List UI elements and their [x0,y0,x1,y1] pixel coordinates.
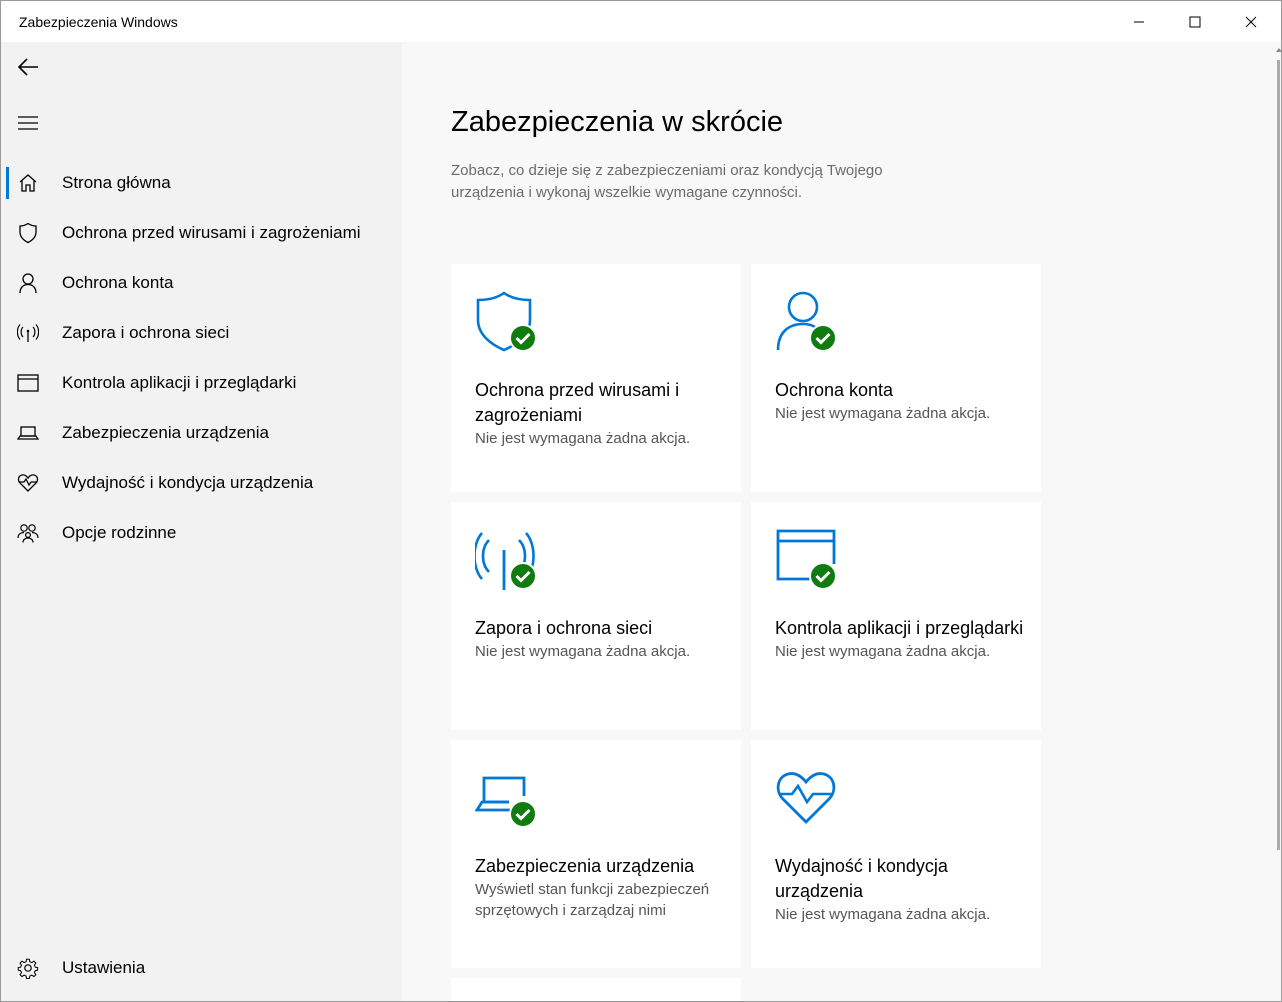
card-title: Wydajność i kondycja urządzenia Nie jest… [775,854,1025,925]
card-virus-protection[interactable]: Ochrona przed wirusami i zagrożeniami Ni… [451,264,741,492]
window-title: Zabezpieczenia Windows [19,14,178,30]
laptop-icon [17,422,39,444]
hamburger-menu-button[interactable] [13,108,43,138]
scroll-up-icon [1276,48,1281,52]
shield-icon [17,222,39,244]
card-app-browser-control[interactable]: Kontrola aplikacji i przeglądarki Nie je… [751,502,1041,730]
family-icon [17,522,39,544]
scrollbar-thumb[interactable] [1277,60,1280,850]
sidebar-item-label: Ustawienia [62,958,146,977]
sidebar-item-app-browser-control[interactable]: Kontrola aplikacji i przeglądarki [1,358,402,408]
sidebar-item-firewall[interactable]: Zapora i ochrona sieci [1,308,402,358]
card-title-text: Wydajność i kondycja urządzenia [775,856,948,901]
heart-pulse-icon [775,766,841,832]
app-window: Zabezpieczenia Windows Strona główna Och… [0,0,1282,1002]
card-title: Ochrona przed wirusami i zagrożeniami Ni… [475,378,725,449]
card-title: Ochrona konta Nie jest wymagana żadna ak… [775,378,1025,424]
shield-icon [475,290,541,356]
sidebar-item-device-performance[interactable]: Wydajność i kondycja urządzenia [1,458,402,508]
person-icon [775,290,841,356]
page-description: Zobacz, co dzieje się z zabezpieczeniami… [451,162,883,201]
person-icon [17,272,39,294]
sidebar-item-home[interactable]: Strona główna [1,158,402,208]
antenna-icon [473,528,541,594]
heart-pulse-icon [17,472,39,494]
antenna-icon [17,322,39,344]
card-family-options[interactable] [451,978,741,1001]
sidebar-item-label: Strona główna [62,173,171,192]
back-button[interactable] [13,52,43,82]
browser-window-icon [775,528,841,594]
card-device-performance[interactable]: Wydajność i kondycja urządzenia Nie jest… [751,740,1041,968]
card-title: Zapora i ochrona sieci Nie jest wymagana… [475,616,725,662]
sidebar: Strona główna Ochrona przed wirusami i z… [1,42,402,1001]
card-title-text: Ochrona konta [775,380,894,400]
minimize-button[interactable] [1111,1,1167,42]
title-bar[interactable]: Zabezpieczenia Windows [1,1,1281,42]
card-title: Kontrola aplikacji i przeglądarki Nie je… [775,616,1025,662]
sidebar-item-settings[interactable]: Ustawienia [1,943,402,993]
card-title-text: Zabezpieczenia urządzenia [475,856,695,876]
sidebar-item-label: Zapora i ochrona sieci [62,323,230,342]
card-status: Nie jest wymagana żadna akcja. [775,405,991,422]
page-title: Zabezpieczenia w skrócie [451,106,784,138]
card-account-protection[interactable]: Ochrona konta Nie jest wymagana żadna ak… [751,264,1041,492]
back-arrow-icon [17,58,38,76]
maximize-button[interactable] [1167,1,1223,42]
sidebar-item-label: Zabezpieczenia urządzenia [62,423,269,442]
sidebar-item-family-options[interactable]: Opcje rodzinne [1,508,402,558]
hamburger-icon [18,116,38,130]
card-title: Zabezpieczenia urządzenia Wyświetl stan … [475,854,725,921]
laptop-icon [474,766,541,832]
close-icon [1245,16,1257,27]
sidebar-item-label: Wydajność i kondycja urządzenia [62,473,314,492]
browser-window-icon [17,372,39,394]
sidebar-item-label: Ochrona konta [62,273,174,292]
card-title-text: Kontrola aplikacji i przeglądarki [775,618,1024,638]
minimize-icon [1134,21,1144,22]
sidebar-item-device-security[interactable]: Zabezpieczenia urządzenia [1,408,402,458]
vertical-scrollbar[interactable] [1275,42,1281,1001]
close-button[interactable] [1223,1,1279,42]
sidebar-item-label: Opcje rodzinne [62,523,177,542]
card-title-text: Zapora i ochrona sieci [475,618,653,638]
card-status: Nie jest wymagana żadna akcja. [775,643,991,660]
card-status: Nie jest wymagana żadna akcja. [475,430,691,447]
main-content: Zabezpieczenia w skrócie Zobacz, co dzie… [402,42,1275,1001]
maximize-icon [1189,16,1201,27]
sidebar-item-label: Ochrona przed wirusami i zagrożeniami [62,223,361,242]
card-status: Nie jest wymagana żadna akcja. [775,906,991,923]
home-icon [17,172,39,194]
card-device-security[interactable]: Zabezpieczenia urządzenia Wyświetl stan … [451,740,741,968]
sidebar-item-label: Kontrola aplikacji i przeglądarki [62,373,297,392]
sidebar-item-account-protection[interactable]: Ochrona konta [1,258,402,308]
card-status: Wyświetl stan funkcji zabezpieczeń sprzę… [475,881,710,919]
card-status: Nie jest wymagana żadna akcja. [475,643,691,660]
card-firewall[interactable]: Zapora i ochrona sieci Nie jest wymagana… [451,502,741,730]
gear-icon [17,957,39,979]
sidebar-item-virus-protection[interactable]: Ochrona przed wirusami i zagrożeniami [1,208,402,258]
card-title-text: Ochrona przed wirusami i zagrożeniami [475,380,680,425]
active-indicator [6,167,9,199]
